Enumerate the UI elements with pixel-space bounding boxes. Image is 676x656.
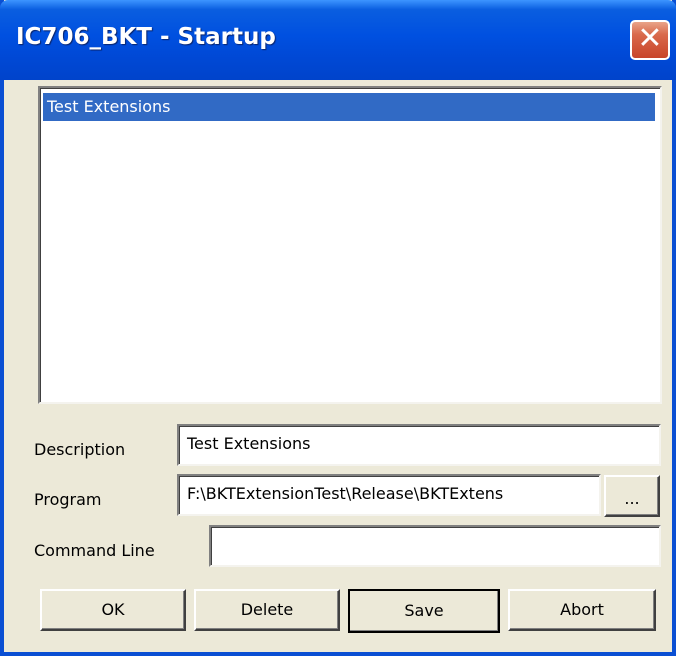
- startup-list[interactable]: Test Extensions: [38, 86, 662, 404]
- title-bar[interactable]: IC706_BKT - Startup ✕: [0, 0, 676, 80]
- command-line-label: Command Line: [34, 541, 155, 560]
- command-line-field[interactable]: [209, 525, 661, 567]
- program-label: Program: [34, 490, 102, 509]
- abort-button[interactable]: Abort: [508, 589, 656, 631]
- browse-button[interactable]: ...: [604, 475, 660, 517]
- delete-button[interactable]: Delete: [194, 589, 340, 631]
- save-button[interactable]: Save: [348, 589, 500, 633]
- window-title: IC706_BKT - Startup: [16, 24, 276, 50]
- close-icon: ✕: [637, 21, 663, 56]
- program-field[interactable]: F:\BKTExtensionTest\Release\BKTExtens: [177, 474, 601, 516]
- close-button[interactable]: ✕: [630, 20, 670, 60]
- description-label: Description: [34, 440, 126, 459]
- ok-button[interactable]: OK: [40, 589, 186, 631]
- list-item[interactable]: Test Extensions: [43, 93, 655, 121]
- startup-dialog: IC706_BKT - Startup ✕ Test Extensions De…: [0, 0, 676, 656]
- description-field[interactable]: Test Extensions: [177, 424, 661, 466]
